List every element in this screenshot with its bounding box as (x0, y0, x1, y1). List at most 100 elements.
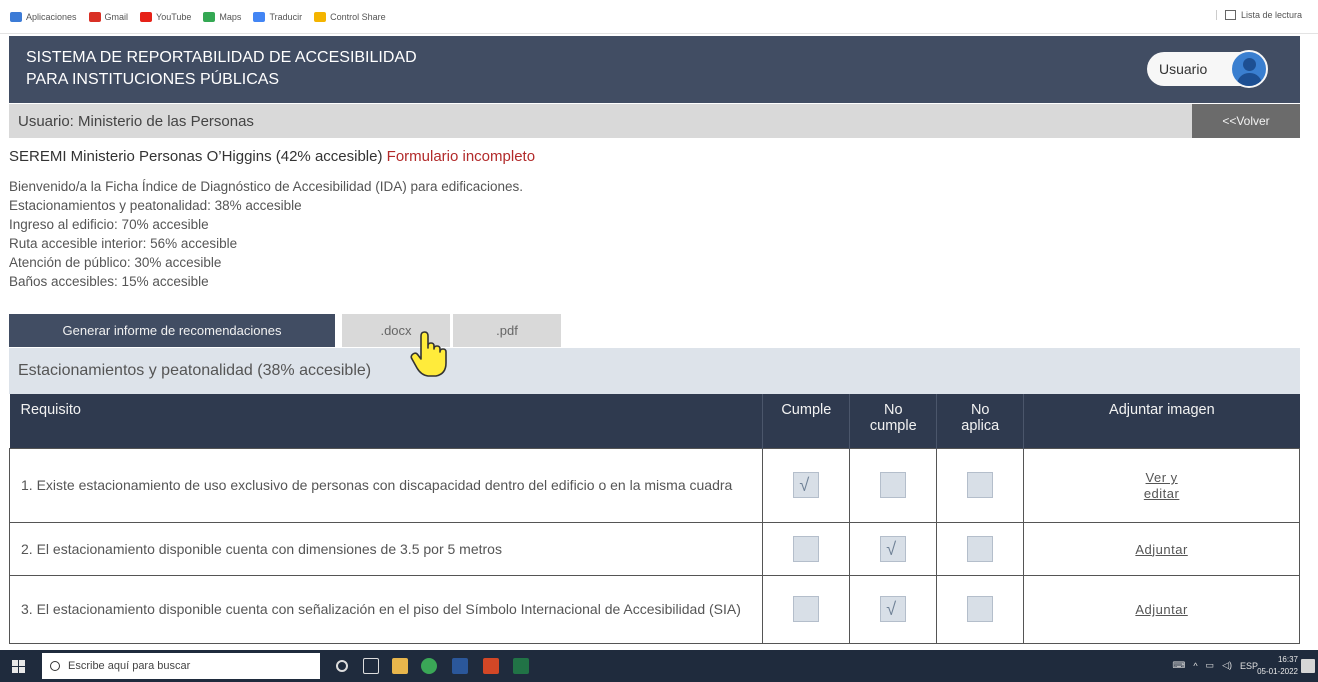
avatar-body-shape (1237, 73, 1262, 86)
taskbar-search-placeholder: Escribe aquí para buscar (68, 660, 191, 672)
bookmark-label: YouTube (156, 11, 192, 22)
chevron-up-icon[interactable]: ^ (1193, 661, 1197, 671)
hand-pointer-icon (410, 331, 447, 377)
section-title: Estacionamientos y peatonalidad (38% acc… (18, 362, 372, 379)
user-bar: Usuario: Ministerio de las Personas <<Vo… (9, 104, 1300, 138)
volume-icon[interactable]: ◁) (1222, 660, 1232, 671)
bookmark-gmail[interactable]: Gmail (88, 11, 129, 22)
header-cumple: Cumple (762, 394, 851, 448)
header-no-cumple-line2: cumple (869, 418, 917, 434)
cell-no-aplica (936, 574, 1025, 644)
maps-icon (203, 11, 216, 22)
bookmark-label: Aplicaciones (26, 11, 77, 22)
requirement-text: 3. El estacionamiento disponible cuenta … (8, 574, 764, 644)
user-label: Usuario (1159, 61, 1208, 77)
keyboard-icon[interactable]: ⌨ (1172, 660, 1185, 671)
bookmark-label: Gmail (104, 11, 129, 22)
requirement-text: 2. El estacionamiento disponible cuenta … (8, 521, 764, 576)
cortana-icon[interactable] (336, 660, 348, 672)
checkbox-no-cumple[interactable]: √ (880, 535, 907, 562)
requirement-text: 1. Existe estacionamiento de uso exclusi… (8, 447, 764, 523)
ver-link[interactable]: Ver y (1146, 470, 1178, 485)
summary-item: Ingreso al edificio: 70% accesible (9, 217, 209, 232)
header-no-cumple: No cumple (849, 394, 938, 448)
adjuntar-link[interactable]: Adjuntar (1135, 602, 1187, 617)
app-title-line1: SISTEMA DE REPORTABILIDAD DE ACCESIBILID… (26, 49, 417, 66)
requirements-table: Requisito Cumple No cumple No aplica Adj… (8, 394, 1300, 644)
accessibility-summary: Bienvenido/a la Ficha Índice de Diagnóst… (9, 177, 523, 291)
header-no-cumple-line1: No (884, 402, 903, 418)
generate-report-button[interactable]: Generar informe de recomendaciones (9, 314, 335, 347)
checkbox-no-cumple[interactable] (880, 472, 907, 498)
summary-item: Estacionamientos y peatonalidad: 38% acc… (9, 198, 302, 213)
cell-no-aplica (936, 521, 1025, 576)
adjuntar-link[interactable]: Adjuntar (1135, 542, 1187, 557)
search-icon (50, 661, 60, 671)
avatar (1230, 50, 1268, 88)
header-requisito: Requisito (9, 394, 764, 448)
header-adjuntar: Adjuntar imagen (1023, 394, 1300, 448)
file-explorer-icon[interactable] (392, 658, 408, 674)
bookmark-label: Control Share (330, 11, 386, 22)
checkbox-cumple[interactable] (793, 596, 820, 622)
word-icon[interactable] (452, 658, 468, 674)
check-icon: √ (886, 538, 897, 559)
checkbox-no-cumple[interactable]: √ (880, 596, 907, 622)
table-row: 1. Existe estacionamiento de uso exclusi… (8, 447, 1300, 523)
bookmark-traducir[interactable]: Traducir (253, 11, 302, 22)
cell-adjuntar: Adjuntar (1023, 521, 1300, 576)
editar-link[interactable]: editar (1144, 486, 1180, 501)
powerpoint-icon[interactable] (483, 658, 499, 674)
excel-icon[interactable] (513, 658, 529, 674)
reading-list-icon (1224, 10, 1236, 20)
taskbar: Escribe aquí para buscar ⌨ ^ ▭ ◁) ESP 16… (0, 650, 1318, 682)
app-title: SISTEMA DE REPORTABILIDAD DE ACCESIBILID… (26, 47, 417, 91)
checkbox-cumple[interactable] (793, 535, 820, 562)
institution-name: SEREMI Ministerio Personas O’Higgins (42… (9, 148, 383, 165)
checkbox-no-aplica[interactable] (967, 535, 994, 562)
translate-icon (253, 11, 266, 22)
cell-adjuntar: Adjuntar (1023, 574, 1300, 644)
bookmark-youtube[interactable]: YouTube (140, 11, 192, 22)
taskbar-search[interactable]: Escribe aquí para buscar (42, 653, 320, 679)
table-row: 2. El estacionamiento disponible cuenta … (8, 521, 1300, 576)
institution-line: SEREMI Ministerio Personas O’Higgins (42… (9, 148, 535, 165)
table-header-row: Requisito Cumple No cumple No aplica Adj… (9, 394, 1300, 448)
bookmarks-bar: Aplicaciones Gmail YouTube Maps Traducir… (0, 0, 1318, 34)
pdf-button[interactable]: .pdf (453, 314, 561, 347)
checkbox-cumple[interactable]: √ (793, 472, 820, 498)
network-icon[interactable]: ▭ (1206, 660, 1215, 671)
checkbox-no-aplica[interactable] (967, 596, 994, 622)
user-menu-button[interactable]: Usuario (1147, 50, 1268, 88)
app-title-line2: PARA INSTITUCIONES PÚBLICAS (26, 71, 280, 88)
table-row: 3. El estacionamiento disponible cuenta … (8, 574, 1300, 644)
windows-start-icon[interactable] (12, 660, 25, 673)
check-icon: √ (886, 599, 897, 619)
language-indicator[interactable]: ESP (1240, 661, 1258, 671)
bookmark-maps[interactable]: Maps (203, 11, 242, 22)
chrome-icon[interactable] (421, 658, 437, 674)
header-no-aplica-line1: No (970, 402, 990, 418)
cell-no-cumple: √ (849, 521, 938, 576)
clock[interactable]: 16:37 05-01-2022 (1257, 654, 1298, 678)
cell-no-aplica (936, 447, 1025, 523)
bookmark-apps[interactable]: Aplicaciones (10, 11, 77, 22)
task-view-icon[interactable] (363, 658, 379, 674)
section-header: Estacionamientos y peatonalidad (38% acc… (9, 348, 1300, 394)
notification-icon[interactable] (1301, 659, 1315, 673)
bookmark-label: Maps (219, 11, 242, 22)
cell-cumple (762, 574, 851, 644)
clock-date: 05-01-2022 (1257, 667, 1298, 676)
clock-time: 16:37 (1277, 655, 1298, 664)
back-button[interactable]: <<Volver (1192, 104, 1300, 138)
apps-grid-icon (10, 11, 22, 22)
gmail-icon (88, 11, 101, 22)
reading-list-button[interactable]: Lista de lectura (1215, 10, 1302, 20)
youtube-icon (140, 11, 153, 22)
avatar-head-shape (1243, 58, 1256, 71)
checkbox-no-aplica[interactable] (967, 472, 994, 498)
app-header: SISTEMA DE REPORTABILIDAD DE ACCESIBILID… (9, 36, 1300, 103)
bookmark-control-share[interactable]: Control Share (314, 11, 386, 22)
cell-cumple: √ (762, 447, 851, 523)
cell-no-cumple: √ (849, 574, 938, 644)
